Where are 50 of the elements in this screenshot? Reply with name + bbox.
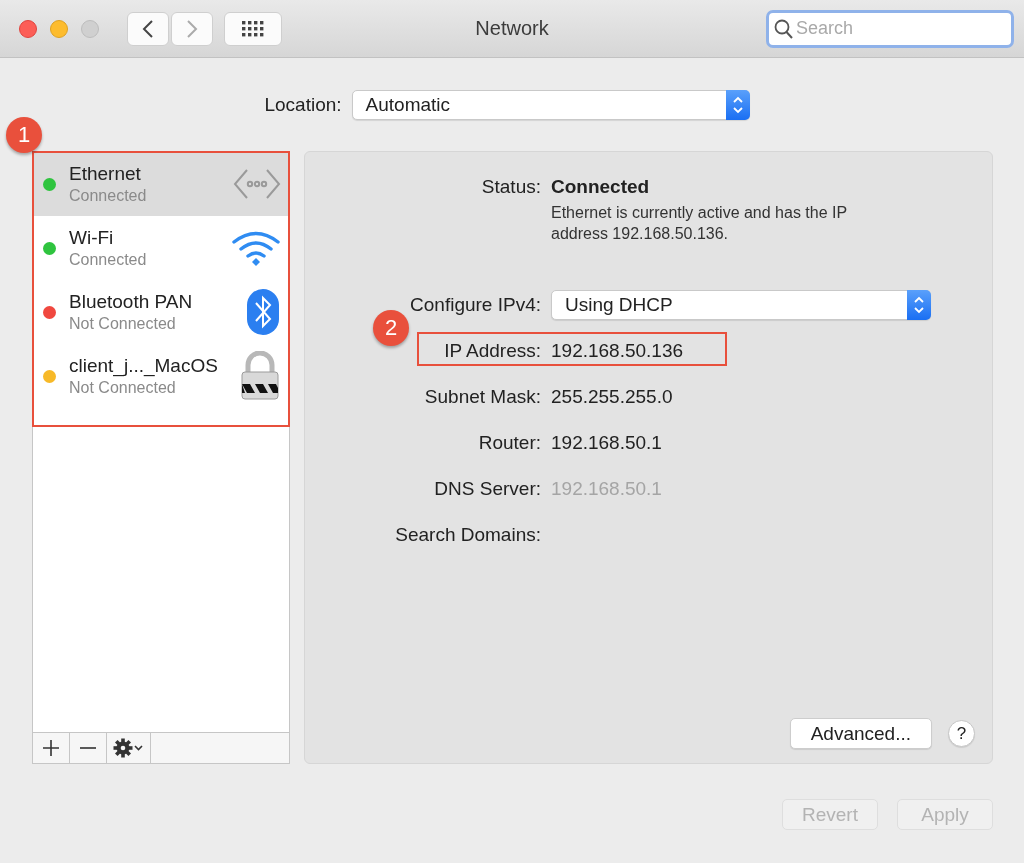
service-item[interactable]: Ethernet Connected <box>33 152 289 216</box>
status-description: Ethernet is currently active and has the IP address 192.168.50.136. <box>551 203 848 244</box>
stepper-icon <box>907 290 931 320</box>
field-label: Configure IPv4: <box>410 294 541 316</box>
padlock-icon <box>239 351 281 401</box>
service-name: Bluetooth PAN <box>69 291 194 313</box>
location-label: Location: <box>264 94 342 116</box>
window-title: Network <box>475 17 549 39</box>
location-dropdown[interactable]: Automatic <box>351 90 750 120</box>
show-all-button[interactable] <box>224 11 282 46</box>
plus-icon <box>42 739 60 757</box>
help-button[interactable]: ? <box>948 720 975 747</box>
field-label: Search Domains: <box>395 524 541 546</box>
service-status: Connected <box>69 187 148 205</box>
chevron-right-icon <box>186 18 198 39</box>
field-label: DNS Server: <box>434 478 541 500</box>
service-status: Connected <box>69 251 148 269</box>
wifi-icon <box>231 229 281 267</box>
search-input[interactable]: Search <box>796 18 996 39</box>
advanced-button[interactable]: Advanced... <box>789 718 932 749</box>
bluetooth-icon <box>245 288 281 336</box>
service-item[interactable]: Bluetooth PAN Not Connected <box>33 280 289 344</box>
search-field[interactable]: Search <box>766 9 1014 48</box>
service-status: Not Connected <box>69 315 177 333</box>
minus-icon <box>80 747 96 749</box>
field-label: Router: <box>478 432 541 454</box>
service-status: Not Connected <box>69 379 177 397</box>
field-value: 192.168.50.1 <box>551 478 662 500</box>
service-item[interactable]: client_j..._MacOS Not Connected <box>33 344 289 408</box>
callout-badge: 2 <box>373 310 409 346</box>
service-name: Wi-Fi <box>69 227 115 249</box>
back-button[interactable] <box>127 11 169 46</box>
stepper-icon <box>725 90 750 120</box>
field-value: 192.168.50.136 <box>551 340 684 362</box>
service-name: client_j..._MacOS <box>69 355 219 377</box>
service-item[interactable]: Wi-Fi Connected <box>33 216 289 280</box>
field-value: 255.255.255.0 <box>551 386 673 408</box>
close-button[interactable] <box>19 19 37 38</box>
status-value: Connected <box>551 176 650 198</box>
callout-badge: 1 <box>6 117 42 153</box>
network-port-icon <box>233 167 281 201</box>
field-label: IP Address: <box>444 340 541 362</box>
chevron-left-icon <box>142 18 154 39</box>
field-value: 192.168.50.1 <box>551 432 662 454</box>
grid-icon <box>242 20 264 37</box>
service-name: Ethernet <box>69 163 142 185</box>
search-icon <box>774 17 794 40</box>
field-label: Status: <box>481 176 541 198</box>
field-label: Subnet Mask: <box>424 386 541 408</box>
ipv4-dropdown[interactable]: Using DHCP <box>551 290 931 320</box>
